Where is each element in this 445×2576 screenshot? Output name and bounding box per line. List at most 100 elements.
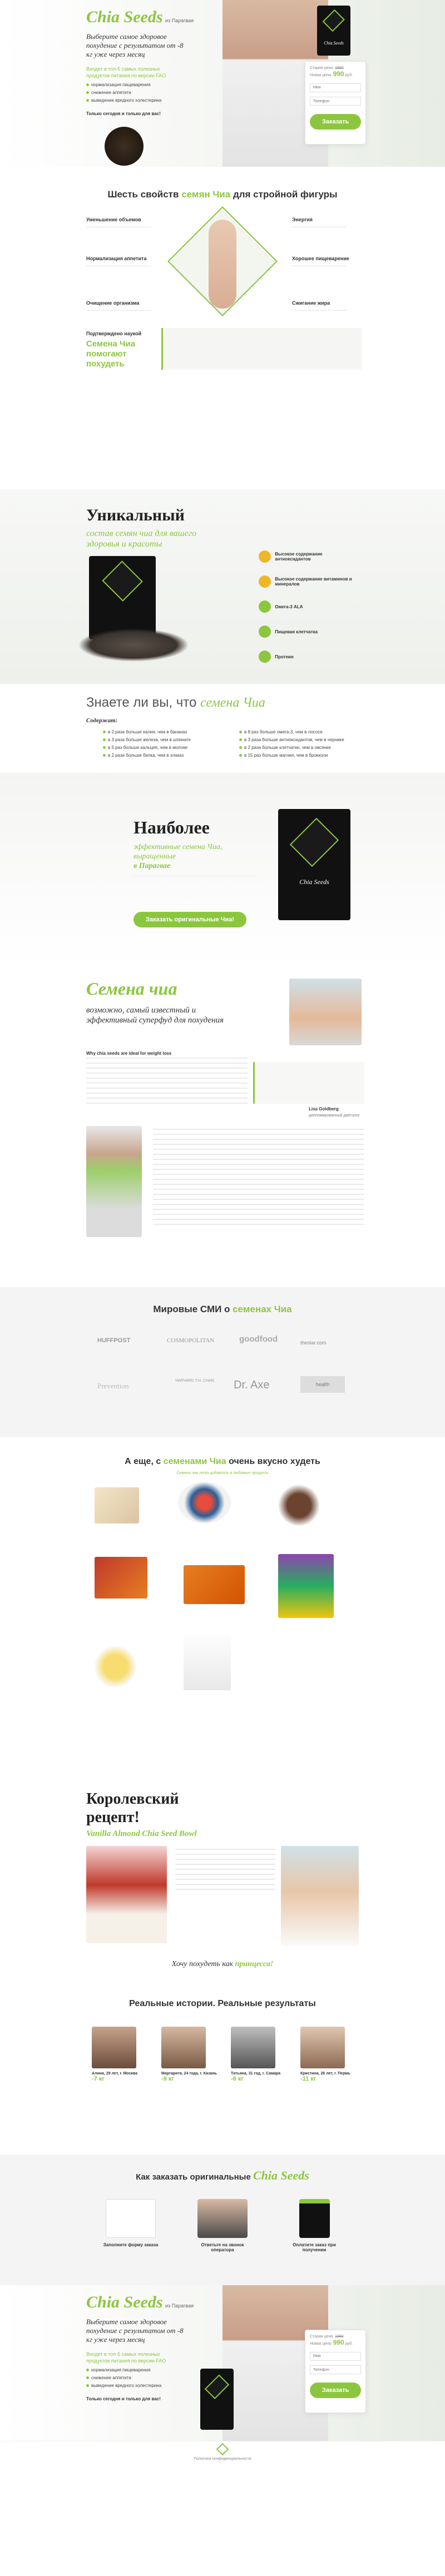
media-logo-6: Dr. Axe [234,1379,270,1391]
hero2-pack-bag [200,2369,234,2430]
most-subtitle: эффективные семена Чиа, выращенные в Пара… [134,843,222,870]
know-left-0: в 2 раза больше калия, чем в бананах [103,729,187,734]
hero-pack [105,127,144,166]
most-order-button[interactable]: Заказать оригинальные Чиа! [134,912,246,927]
food-photo-2 [278,1485,320,1526]
hero-note: Входит в топ-5 самых полезных продуктов … [86,66,166,78]
six-left-2: Очищение организма ·····················… [86,300,151,312]
know-right-3: в 15 раз больше магния, чем в брокколи [239,753,328,758]
unique-subtitle: состав семян чиа для вашего здоровья и к… [86,529,197,549]
tasty-title: А еще, с семенами Чиа очень вкусно худет… [125,1457,320,1466]
hero2-tagline: Выберите самое здоровое похудение с резу… [86,2317,184,2344]
food-photo-6 [95,1646,136,1687]
food-photo-7 [184,1635,231,1690]
seeds-section: Семена чиа возможно, самый известный и э… [0,967,445,1287]
hero-bullet-0: нормализация пищеварения [86,82,151,87]
unique-title: Уникальный [86,506,185,524]
unique-item-3: Пищевая клетчатка [259,626,370,638]
unique-item-4: Протеин [259,651,370,663]
know-contains: Содержат: [86,717,118,724]
proof-block: Подтверждено наукой Семена Чиа помогают … [86,331,142,369]
hero-section: Chia Seeds из Парагвая Выберите самое зд… [0,0,445,167]
order-title: Как заказать оригинальные Chia Seeds [136,2168,309,2182]
know-left-2: в 5 раз больше кальция, чем в молоке [103,745,187,750]
unique-seeds [78,628,189,662]
hero2-promo: Только сегодня и только для вас! [86,2396,161,2401]
hero-tagline: Выберите самое здоровое похудение с резу… [86,32,184,58]
order-step-0: Заполните форму заказа [97,2199,164,2247]
hero-promo: Только сегодня и только для вас! [86,111,161,116]
antioxidant-icon [259,550,271,563]
recipe-text [175,1849,275,1893]
fiber-pie-icon [259,626,271,638]
hero2-bullet-1: снижение аппетита [86,2375,131,2380]
name-input[interactable] [310,83,361,92]
media-logo-5: HARVARD T.H. CHAN [175,1379,214,1383]
food-photo-4 [184,1565,245,1604]
stories-section: Реальные истории. Реальные результаты Ал… [0,1988,445,2155]
order-step-2: Оплатите заказ при получении [281,2199,348,2252]
food-photo-5 [278,1554,334,1618]
most-section: Наиболее эффективные семена Чиа, выращен… [0,773,445,967]
hero2-note: Входит в топ-5 самых полезных продуктов … [86,2351,166,2364]
hero2-bullet-2: выведение вредного холестерина [86,2383,161,2388]
food-photo-3 [95,1557,147,1599]
story-3: Кристина, 26 лет, г. Пермь -11 кг [300,2027,362,2082]
recipe-subtitle: Vanilla Almond Chia Seed Bowl [86,1829,197,1838]
six-left-1: Нормализация аппетита ··················… [86,256,151,268]
hero-bullet-2: выведение вредного холестерина [86,98,161,103]
footer-logo-icon [216,2443,229,2456]
know-left-3: в 2 раза больше белка, чем в злаках [103,753,184,758]
omega-pie-icon [259,600,271,613]
proof-article [161,328,362,370]
unique-item-0: Высокое содержание антиоксидантов [259,550,370,563]
vitamins-icon [259,575,271,588]
six-left-0: Уменьшение объемов ·····················… [86,217,151,229]
media-logo-4: Prevention [97,1382,129,1390]
seeds-photo-woman [86,1126,142,1237]
hero2-brand: Chia Seeds из Парагвая [86,2293,194,2311]
six-properties-section: Шесть свойств семян Чиа для стройной фиг… [0,167,445,489]
story-1: Маргарита, 24 года, г. Казань -9 кг [161,2027,222,2082]
media-logo-3: thestar.com [300,1340,327,1346]
hero-repeat-section: Chia Seeds из Парагвая Выберите самое зд… [0,2285,445,2441]
phone-input[interactable] [310,97,361,106]
story-0: Алина, 29 лет, г. Москва -7 кг [92,2027,153,2082]
seeds-text-2 [153,1129,364,1229]
recipe-section: Королевский рецепт! Vanilla Almond Chia … [0,1782,445,1988]
footer-section: Политика конфиденциальности [0,2441,445,2465]
protein-pie-icon [259,651,271,663]
stories-title: Реальные истории. Реальные результаты [129,1999,316,2008]
media-logo-7: health [300,1376,345,1393]
know-title: Знаете ли вы, что семена Чиа [86,695,265,710]
most-title: Наиболее [134,817,210,837]
order-section: Как заказать оригинальные Chia Seeds Зап… [0,2155,445,2285]
six-title: Шесть свойств семян Чиа для стройной фиг… [107,189,338,200]
story-2: Татьяна, 31 год, г. Самара -6 кг [231,2027,292,2082]
unique-section: Уникальный состав семян чиа для вашего з… [0,489,445,684]
six-diamond [167,206,278,316]
name-input-2[interactable] [310,2351,361,2361]
food-photo-1 [178,1482,231,1523]
footer-privacy-link[interactable]: Политика конфиденциальности [0,2457,445,2461]
seeds-quote-name: Lisa Goldberg [309,1106,339,1111]
media-logo-1: COSMOPOLITAN [167,1337,215,1344]
phone-input-2[interactable] [310,2365,361,2374]
hero2-order-button[interactable]: Заказать [310,2383,361,2398]
recipe-title-b: рецепт! [86,1809,140,1826]
seeds-subtitle: возможно, самый известный и эффективный … [86,1006,224,1025]
seeds-photo-expert [289,979,362,1045]
tasty-sub: Семена чиа легко добавлять в любимые про… [176,1471,269,1475]
seeds-quote-role: дипломированный диетолог [309,1114,360,1118]
hero-order-button[interactable]: Заказать [310,114,361,130]
seeds-title: Семена чиа [86,979,177,999]
hero-brand: Chia Seeds из Парагвая [86,8,194,26]
unique-item-2: Омега-3 ALA [259,600,370,613]
know-section: Знаете ли вы, что семена Чиа Содержат: в… [0,684,445,773]
unique-pack [89,556,156,639]
order-step-1: Ответьте на звонок оператора [189,2199,256,2252]
recipe-title-a: Королевский [86,1790,179,1808]
hero-bullet-1: снижение аппетита [86,90,131,95]
hero2-bullet-0: нормализация пищеварения [86,2367,151,2372]
tasty-section: А еще, с семенами Чиа очень вкусно худет… [0,1437,445,1782]
